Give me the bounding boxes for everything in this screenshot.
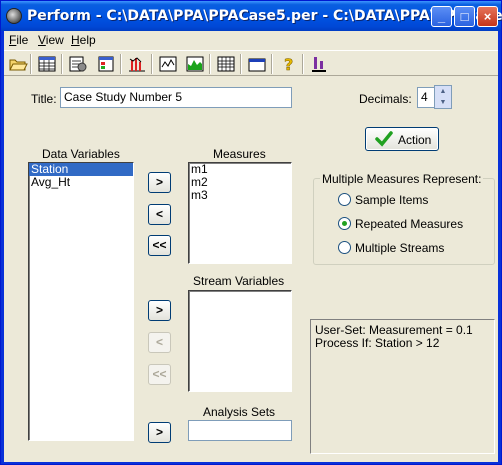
area-chart-icon[interactable]: [184, 54, 206, 74]
multiple-streams-label[interactable]: Multiple Streams: [355, 241, 444, 255]
analysis-sets-input[interactable]: [188, 420, 292, 441]
remove-from-streams-button[interactable]: <: [148, 332, 171, 353]
edit-data-icon[interactable]: [67, 54, 89, 74]
toolbar-separator: [302, 54, 304, 74]
measures-list[interactable]: m1 m2 m3: [188, 162, 292, 264]
list-item[interactable]: m3: [189, 189, 291, 202]
settings-info-panel: User-Set: Measurement = 0.1 Process If: …: [310, 319, 495, 454]
data-variables-list[interactable]: Station Avg_Ht: [28, 162, 134, 441]
close-button[interactable]: ×: [477, 6, 498, 27]
list-item[interactable]: Avg_Ht: [29, 176, 133, 189]
toolbar: ?: [4, 50, 498, 76]
data-variables-header: Data Variables: [42, 147, 120, 161]
svg-text:?: ?: [284, 55, 293, 74]
help-icon[interactable]: ?: [277, 54, 299, 74]
remove-from-measures-button[interactable]: <: [148, 204, 171, 225]
title-label: Title:: [31, 92, 57, 106]
app-window: Perform - C:\DATA\PPA\PPACase5.per - C:\…: [0, 0, 502, 465]
client-area: File View Help ? Title: Case Study Numbe…: [4, 31, 498, 462]
action-button-label: Action: [398, 133, 432, 147]
add-to-streams-button[interactable]: >: [148, 300, 171, 321]
sample-items-radio[interactable]: [338, 193, 351, 206]
line-chart-icon[interactable]: [157, 54, 179, 74]
decimals-input[interactable]: 4: [417, 87, 435, 108]
menu-bar: File View Help: [4, 31, 498, 49]
title-bar[interactable]: Perform - C:\DATA\PPA\PPACase5.per - C:\…: [1, 1, 502, 31]
spin-down-icon[interactable]: ▼: [435, 97, 451, 108]
menu-file[interactable]: File: [9, 33, 28, 47]
toolbar-separator: [151, 54, 153, 74]
multiple-streams-radio[interactable]: [338, 241, 351, 254]
remove-all-streams-button[interactable]: <<: [148, 364, 171, 385]
checkmark-icon: [375, 131, 393, 147]
spreadsheet-icon[interactable]: [36, 54, 58, 74]
title-input[interactable]: Case Study Number 5: [60, 87, 292, 108]
toolbar-separator: [209, 54, 211, 74]
bar-chart-icon[interactable]: [126, 54, 148, 74]
app-gear-icon: [6, 8, 22, 24]
info-line: Process If: Station > 12: [315, 336, 440, 350]
multiple-measures-title: Multiple Measures Represent:: [320, 172, 484, 186]
menu-view[interactable]: View: [38, 33, 64, 47]
repeated-measures-radio[interactable]: [338, 217, 351, 230]
measures-header: Measures: [213, 147, 266, 161]
stream-variables-header: Stream Variables: [193, 274, 285, 288]
variables-icon[interactable]: [95, 54, 117, 74]
toolbar-separator: [61, 54, 63, 74]
spin-up-icon[interactable]: ▲: [435, 86, 451, 97]
remove-all-measures-button[interactable]: <<: [148, 235, 171, 256]
minimize-button[interactable]: _: [431, 6, 452, 27]
decimals-spinner[interactable]: ▲ ▼: [434, 85, 452, 109]
stream-variables-list[interactable]: [188, 290, 292, 392]
add-to-analysis-sets-button[interactable]: >: [148, 422, 171, 443]
repeated-measures-label[interactable]: Repeated Measures: [355, 217, 463, 231]
open-folder-icon[interactable]: [7, 54, 29, 74]
toolbar-separator: [30, 54, 32, 74]
analysis-sets-header: Analysis Sets: [203, 405, 276, 419]
action-button[interactable]: Action: [365, 127, 439, 151]
toolbar-separator: [240, 54, 242, 74]
tools-icon[interactable]: [308, 54, 330, 74]
toolbar-separator: [271, 54, 273, 74]
add-to-measures-button[interactable]: >: [148, 172, 171, 193]
decimals-label: Decimals:: [359, 92, 412, 106]
table-icon[interactable]: [215, 54, 237, 74]
menu-help[interactable]: Help: [71, 33, 96, 47]
maximize-button[interactable]: □: [454, 6, 475, 27]
window-icon[interactable]: [246, 54, 268, 74]
toolbar-separator: [120, 54, 122, 74]
sample-items-label[interactable]: Sample Items: [355, 193, 428, 207]
